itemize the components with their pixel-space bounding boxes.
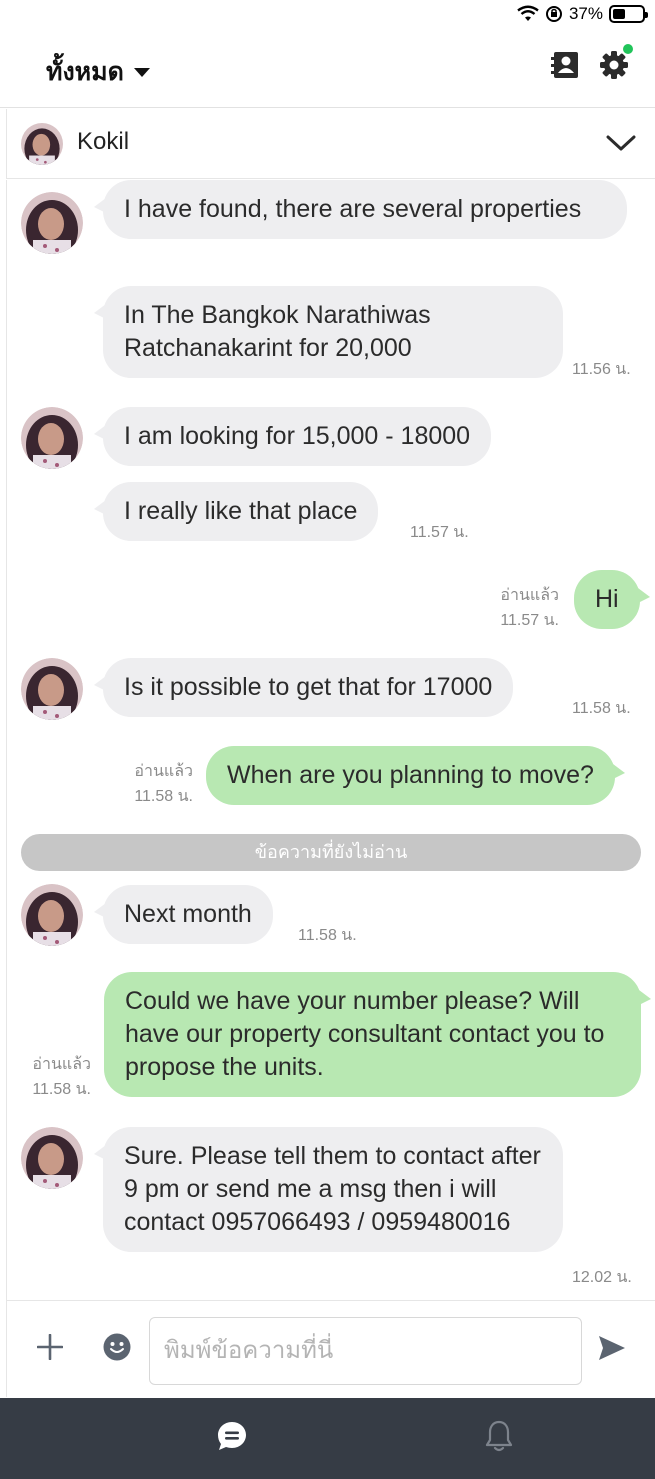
gear-icon [600,51,628,79]
chat-filter-dropdown[interactable]: ทั้งหมด [46,52,150,92]
contact-avatar[interactable] [21,884,83,946]
chat-bubble-icon[interactable] [216,1420,248,1452]
contact-avatar[interactable] [21,658,83,720]
rotation-lock-icon [545,6,562,22]
message-time: 11.56 น. [572,361,631,378]
message-time: 11.58 น. [572,700,631,717]
emoji-icon[interactable] [103,1333,131,1361]
contact-name: Kokil [77,128,130,155]
incoming-message[interactable]: I have found, there are several properti… [94,180,627,239]
read-receipt: อ่านแล้ว [32,1056,91,1073]
message-input[interactable] [149,1317,582,1385]
app-header: ทั้งหมด [0,30,655,108]
incoming-message[interactable]: I am looking for 15,000 - 18000 [93,407,492,466]
contact-book-icon[interactable] [550,50,580,80]
read-receipt: อ่านแล้ว [500,587,559,604]
bottom-navigation [0,1398,655,1479]
send-icon[interactable] [597,1334,627,1362]
message-time: 11.57 น. [410,524,469,541]
incoming-message[interactable]: Next month [94,885,273,944]
filter-label: ทั้งหมด [46,58,124,86]
status-indicators: 37% [517,4,648,24]
message-time: 11.58 น. [298,927,357,944]
notification-dot-icon [623,44,633,54]
contact-avatar[interactable] [21,192,83,254]
contact-avatar[interactable] [21,407,83,469]
message-list[interactable]: I have found, there are several properti… [6,180,655,1300]
message-time: 12.02 น. [572,1269,632,1286]
contact-avatar[interactable] [21,123,63,165]
outgoing-message[interactable]: Hi [574,570,650,629]
bell-icon[interactable] [484,1419,514,1453]
settings-button[interactable] [599,44,633,80]
message-time: 11.58 น. [32,1081,91,1098]
contact-avatar[interactable] [21,1127,83,1189]
plus-icon[interactable] [37,1334,63,1360]
chat-title-bar: Kokil [6,109,655,179]
unread-divider: ข้อความที่ยังไม่อ่าน [21,834,641,871]
message-composer [6,1300,655,1397]
caret-down-icon [133,67,150,77]
outgoing-message[interactable]: Could we have your number please? Will h… [104,972,651,1097]
chevron-down-icon[interactable] [605,131,637,155]
incoming-message[interactable]: I really like that place [93,482,379,541]
status-bar: 37% [0,0,655,30]
incoming-message[interactable]: In The Bangkok Narathiwas Ratchanakarint… [94,286,563,378]
message-time: 11.57 น. [500,612,559,629]
incoming-message[interactable]: Sure. Please tell them to contact after … [94,1127,563,1252]
incoming-message[interactable]: Is it possible to get that for 17000 [93,658,514,717]
battery-percent: 37% [568,4,603,23]
battery-icon [609,5,648,23]
read-receipt: อ่านแล้ว [134,763,193,780]
message-time: 11.58 น. [134,788,193,805]
wifi-icon [517,5,539,21]
outgoing-message[interactable]: When are you planning to move? [206,746,625,805]
